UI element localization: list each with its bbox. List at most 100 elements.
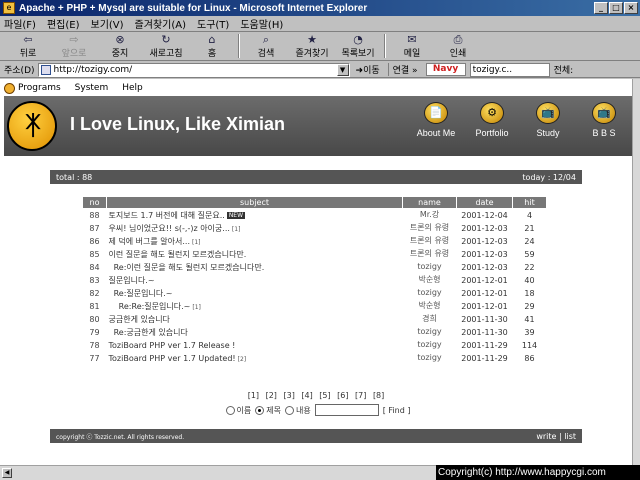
history-button[interactable]: ◔ 목록보기 [338,33,378,59]
post-subject-link[interactable]: ToziBoard PHP ver 1.7 Release ! [107,339,403,352]
close-button[interactable]: × [624,2,638,14]
print-icon: ⎙ [453,33,463,46]
back-button[interactable]: ⇦ 뒤로 [8,33,48,59]
page-link[interactable]: [3] [283,391,294,400]
page-link[interactable]: [4] [301,391,312,400]
radio-name[interactable] [225,405,235,415]
table-row: 83 질문입니다.~ 박순형 2001-12-01 40 [89,274,535,287]
post-subject-link[interactable]: 궁금한게 있습니다 [107,313,403,326]
write-link[interactable]: write [536,432,556,441]
search-button[interactable]: ⌕ 검색 [246,33,286,59]
author-link[interactable]: 트론의 유령 [403,235,457,248]
post-subject-link[interactable]: 우씨! 님이었군요!! s(-,-)z 아이궁... [1] [107,222,403,235]
author-link[interactable]: tozigy [403,326,457,339]
page-link[interactable]: [6] [337,391,348,400]
post-subject-link[interactable]: Re:궁금한게 있습니다 [107,326,403,339]
author-link[interactable]: 트론의 유령 [403,222,457,235]
window-titlebar: e Apache + PHP + Mysql are suitable for … [0,0,640,16]
site-nav: 📄 About Me ⚙ Portfolio 📺 Study 📺 B B S [408,102,632,138]
navy-logo[interactable]: Navy [425,63,466,76]
page-link[interactable]: [8] [373,391,384,400]
help-menu[interactable]: Help [122,83,143,93]
nav-portfolio[interactable]: ⚙ Portfolio [464,102,520,138]
list-link[interactable]: list [564,432,576,441]
system-menu[interactable]: System [75,83,109,93]
go-button[interactable]: ➜이동 [356,63,380,76]
minimize-button[interactable]: _ [594,2,608,14]
bbs-board: total : 88 today : 12/04 no subject name… [50,170,582,455]
post-subject-link[interactable]: Re:Re:질문입니다.~ [1] [107,300,403,313]
refresh-button[interactable]: ↻ 새로고침 [146,33,186,59]
post-subject-link[interactable]: 토지보드 1.7 버전에 대해 질문요.. NEW [107,209,403,222]
board-status: total : 88 today : 12/04 [50,170,582,184]
gear-icon: ⚙ [480,102,504,124]
page-link[interactable]: [1] [248,391,259,400]
menu-tools[interactable]: 도구(T) [197,16,229,31]
menu-edit[interactable]: 편집(E) [47,16,80,31]
search-input[interactable] [314,404,379,416]
table-row: 81 Re:Re:질문입니다.~ [1] 박순형 2001-12-01 29 [89,300,535,313]
page-link[interactable]: [7] [355,391,366,400]
stop-button[interactable]: ⊗ 중지 [100,33,140,59]
navy-search-input[interactable]: tozigy.c.. [469,62,550,77]
nav-study[interactable]: 📺 Study [520,102,576,138]
favorites-button[interactable]: ★ 즐겨찾기 [292,33,332,59]
post-subject-link[interactable]: 질문입니다.~ [107,274,403,287]
author-link[interactable]: Mr.강 [403,209,457,222]
page-link[interactable]: [5] [319,391,330,400]
programs-menu[interactable]: Programs [4,82,61,94]
print-button[interactable]: ⎙ 인쇄 [438,33,478,59]
comment-count: [1] [192,238,201,246]
author-link[interactable]: 박순형 [403,274,457,287]
post-subject-link[interactable]: Re:질문입니다.~ [107,287,403,300]
menu-favorites[interactable]: 즐겨찾기(A) [135,16,186,31]
mail-button[interactable]: ✉ 메일 [392,33,432,59]
home-button[interactable]: ⌂ 홈 [192,33,232,59]
page-link[interactable]: [2] [266,391,277,400]
favorites-icon: ★ [307,33,317,46]
page-copyright: Copyright(c) http://www.happycgi.com [436,465,640,480]
site-title: I Love Linux, Like Ximian [70,114,286,134]
post-subject-link[interactable]: ToziBoard PHP ver 1.7 Updated! [2] [107,352,403,365]
all-dropdown[interactable]: 전체: [554,63,574,76]
total-count: total : 88 [56,172,93,182]
address-input[interactable]: http://tozigy.com/ ▼ [37,62,350,77]
author-link[interactable]: 경희 [403,313,457,326]
col-name: name [402,196,457,209]
comment-count: [2] [237,355,247,363]
comment-count: [1] [192,303,201,311]
toolbar-separator [238,34,240,58]
author-link[interactable]: tozigy [403,339,457,352]
author-link[interactable]: tozigy [403,261,457,274]
find-button[interactable]: [ Find ] [383,406,411,415]
toolbar-separator [384,34,386,58]
author-link[interactable]: 박순형 [403,300,457,313]
author-link[interactable]: 트론의 유령 [403,248,457,261]
author-link[interactable]: tozigy [403,287,457,300]
maximize-button[interactable]: □ [609,2,623,14]
nav-about-me[interactable]: 📄 About Me [408,102,464,138]
menu-bar: 파일(F) 편집(E) 보기(V) 즐겨찾기(A) 도구(T) 도움말(H) [0,16,640,32]
radio-content[interactable] [285,405,294,415]
menu-view[interactable]: 보기(V) [91,16,124,31]
post-subject-link[interactable]: 이런 질문을 해도 될런지 모르겠습니다만. [107,248,403,261]
menu-file[interactable]: 파일(F) [4,16,36,31]
menu-help[interactable]: 도움말(H) [240,16,283,31]
radio-subject[interactable] [255,405,265,415]
scroll-left-icon[interactable]: ◀ [2,468,12,478]
post-subject-link[interactable]: 제 덕에 버그를 알아서... [1] [107,235,403,248]
table-row: 88 토지보드 1.7 버전에 대해 질문요.. NEW Mr.강 2001-12-04… [89,209,533,222]
post-subject-link[interactable]: Re:이런 질문을 해도 될런지 모르겠습니다만. [107,261,403,274]
links-button[interactable]: 연결 » [387,63,418,76]
chevron-down-icon[interactable]: ▼ [336,63,349,76]
window-title: Apache + PHP + Mysql are suitable for Li… [19,2,368,14]
nav-bbs[interactable]: 📺 B B S [576,102,632,138]
home-icon: ⌂ [208,33,216,46]
board-footer: copyright ⓒ Tozzic.net. All rights reser… [50,429,582,443]
forward-button[interactable]: ⇨ 앞으로 [54,33,94,59]
comment-count: [1] [231,225,241,233]
author-link[interactable]: tozigy [403,352,457,365]
pagination: [1] [2] [3] [4] [5] [6] [7] [8] [50,391,582,400]
vertical-scrollbar[interactable] [632,79,640,465]
table-row: 79 Re:궁금한게 있습니다 tozigy 2001-11-30 39 [89,326,535,339]
